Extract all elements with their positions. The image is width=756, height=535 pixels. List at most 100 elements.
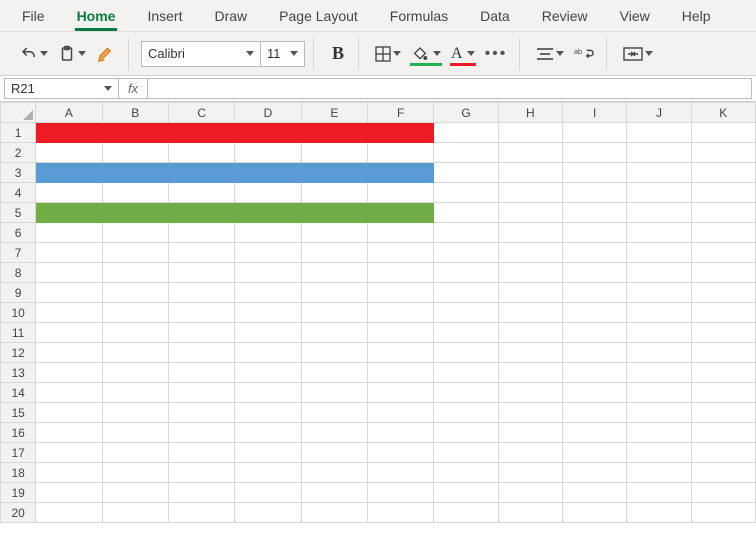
col-header[interactable]: A [36, 103, 102, 123]
cell[interactable] [368, 203, 434, 223]
cell[interactable] [627, 143, 691, 163]
cell[interactable] [235, 203, 301, 223]
cell[interactable] [691, 403, 755, 423]
cell[interactable] [563, 303, 627, 323]
cell[interactable] [627, 323, 691, 343]
cell[interactable] [434, 283, 498, 303]
cell[interactable] [36, 143, 102, 163]
cell[interactable] [627, 223, 691, 243]
cell[interactable] [235, 463, 301, 483]
cell[interactable] [235, 383, 301, 403]
cell[interactable] [235, 143, 301, 163]
cell[interactable] [627, 243, 691, 263]
cell[interactable] [301, 363, 367, 383]
cell[interactable] [434, 323, 498, 343]
cell[interactable] [168, 123, 234, 143]
cell[interactable] [102, 503, 168, 523]
cell[interactable] [102, 343, 168, 363]
cell[interactable] [498, 243, 562, 263]
cell[interactable] [563, 203, 627, 223]
cell[interactable] [368, 403, 434, 423]
cell[interactable] [498, 343, 562, 363]
merge-button[interactable] [619, 41, 657, 67]
cell[interactable] [36, 223, 102, 243]
row-header[interactable]: 1 [1, 123, 36, 143]
cell[interactable] [498, 383, 562, 403]
cell[interactable] [434, 183, 498, 203]
cell[interactable] [235, 243, 301, 263]
cell[interactable] [102, 163, 168, 183]
borders-button[interactable] [371, 41, 405, 67]
cell[interactable] [301, 123, 367, 143]
font-size-select[interactable]: 11 [261, 41, 305, 67]
menu-formulas[interactable]: Formulas [374, 2, 464, 30]
cell[interactable] [434, 403, 498, 423]
cell[interactable] [498, 303, 562, 323]
cell[interactable] [691, 203, 755, 223]
cell[interactable] [168, 263, 234, 283]
cell[interactable] [368, 503, 434, 523]
cell[interactable] [627, 463, 691, 483]
cell[interactable] [434, 483, 498, 503]
cell[interactable] [368, 223, 434, 243]
cell[interactable] [36, 283, 102, 303]
cell[interactable] [168, 363, 234, 383]
cell[interactable] [434, 443, 498, 463]
cell[interactable] [368, 463, 434, 483]
cell[interactable] [168, 183, 234, 203]
row-header[interactable]: 8 [1, 263, 36, 283]
cell[interactable] [168, 283, 234, 303]
cell[interactable] [235, 223, 301, 243]
cell[interactable] [691, 343, 755, 363]
cell[interactable] [301, 423, 367, 443]
cell[interactable] [563, 343, 627, 363]
cell[interactable] [691, 363, 755, 383]
cell[interactable] [368, 263, 434, 283]
cell[interactable] [627, 483, 691, 503]
cell[interactable] [102, 423, 168, 443]
select-all-corner[interactable] [1, 103, 36, 123]
cell[interactable] [434, 383, 498, 403]
cell[interactable] [434, 143, 498, 163]
cell[interactable] [301, 223, 367, 243]
cell[interactable] [301, 403, 367, 423]
menu-insert[interactable]: Insert [131, 2, 198, 30]
cell[interactable] [498, 283, 562, 303]
format-painter-button[interactable] [92, 41, 120, 67]
menu-file[interactable]: File [6, 2, 61, 30]
cell[interactable] [498, 223, 562, 243]
cell[interactable] [691, 163, 755, 183]
cell[interactable] [563, 163, 627, 183]
cell[interactable] [168, 323, 234, 343]
cell[interactable] [627, 283, 691, 303]
cell[interactable] [301, 143, 367, 163]
cell[interactable] [168, 383, 234, 403]
cell[interactable] [563, 183, 627, 203]
cell[interactable] [368, 243, 434, 263]
cell[interactable] [235, 483, 301, 503]
row-header[interactable]: 7 [1, 243, 36, 263]
cell[interactable] [691, 123, 755, 143]
cell[interactable] [691, 443, 755, 463]
cell[interactable] [434, 223, 498, 243]
col-header[interactable]: C [168, 103, 234, 123]
cell[interactable] [434, 263, 498, 283]
cell[interactable] [434, 363, 498, 383]
cell[interactable] [235, 163, 301, 183]
cell[interactable] [434, 243, 498, 263]
cell[interactable] [102, 123, 168, 143]
cell[interactable] [235, 183, 301, 203]
cell[interactable] [36, 483, 102, 503]
cell[interactable] [168, 163, 234, 183]
menu-review[interactable]: Review [526, 2, 604, 30]
cell[interactable] [235, 443, 301, 463]
row-header[interactable]: 10 [1, 303, 36, 323]
cell[interactable] [498, 443, 562, 463]
cell[interactable] [301, 383, 367, 403]
menu-help[interactable]: Help [666, 2, 727, 30]
cell[interactable] [301, 183, 367, 203]
cell[interactable] [301, 203, 367, 223]
cell[interactable] [627, 263, 691, 283]
align-button[interactable] [532, 41, 568, 67]
cell[interactable] [498, 323, 562, 343]
